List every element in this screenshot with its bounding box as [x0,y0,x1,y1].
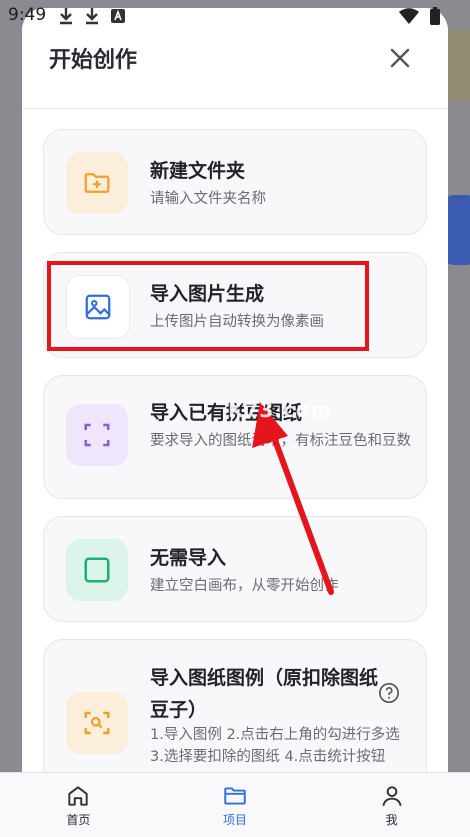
option-icon-box [66,404,128,466]
option-description: 1.导入图例 2.点击右上角的勾进行多选 3.选择要扣除的图纸 4.点击统计按钮 [150,727,400,765]
option-description: 要求导入的图纸清晰，有标注豆色和豆数 [150,433,411,449]
nav-label: 项目 [223,813,248,827]
watermark-logo: K73.com [228,398,333,422]
option-description: 请输入文件夹名称 [150,191,266,207]
nav-label: 我 [385,813,398,827]
status-system-icons [398,6,442,26]
option-icon-box [66,692,128,754]
scan-search-icon [84,711,110,735]
status-time: 9:49 [8,5,47,25]
folder-plus-icon [84,173,110,193]
status-notification-icons [58,7,126,25]
create-sheet: 开始创作 新建文件夹 请输入文件夹名称 导入图片生成 上传图片自动转换为像素画 [22,8,448,837]
option-no-import[interactable]: 无需导入 建立空白画布，从零开始创作 [43,516,427,622]
highlight-box [47,261,369,351]
nav-item-projects[interactable]: 项目 [157,773,314,837]
option-title: 新建文件夹 [150,160,246,182]
download-icon [60,8,72,25]
nav-item-me[interactable]: 我 [313,773,470,837]
screen: 9:49 开始创作 新建文件夹 请输入文件夹名称 导入图片生成 上传图片自动转换… [0,0,470,837]
a-badge-icon [111,9,125,23]
option-title: 无需导入 [150,547,227,569]
option-description: 建立空白画布，从零开始创作 [150,578,339,594]
bottom-nav: 首页 项目 我 [0,772,470,837]
option-new-folder[interactable]: 新建文件夹 请输入文件夹名称 [43,129,427,235]
battery-icon [430,7,440,25]
square-icon [84,557,110,583]
nav-label: 首页 [66,813,91,827]
nav-item-home[interactable]: 首页 [0,773,157,837]
scan-frame-icon [84,423,110,447]
folder-icon [224,787,246,805]
user-icon [382,786,402,807]
sheet-title: 开始创作 [49,48,138,73]
option-title: 导入图纸图例（原扣除图纸豆子） [150,667,379,721]
close-icon[interactable] [388,46,412,70]
download-icon [86,8,98,25]
option-list: 新建文件夹 请输入文件夹名称 导入图片生成 上传图片自动转换为像素画 导入已有拼… [43,129,427,836]
status-bar: 9:49 [0,0,470,34]
help-icon[interactable] [378,682,400,704]
home-icon [68,786,88,806]
option-icon-box [66,539,128,601]
option-icon-box [66,152,128,214]
wifi-icon [399,8,419,24]
option-import-pattern[interactable]: 导入已有拼豆图纸 要求导入的图纸清晰，有标注豆色和豆数 [43,375,427,499]
